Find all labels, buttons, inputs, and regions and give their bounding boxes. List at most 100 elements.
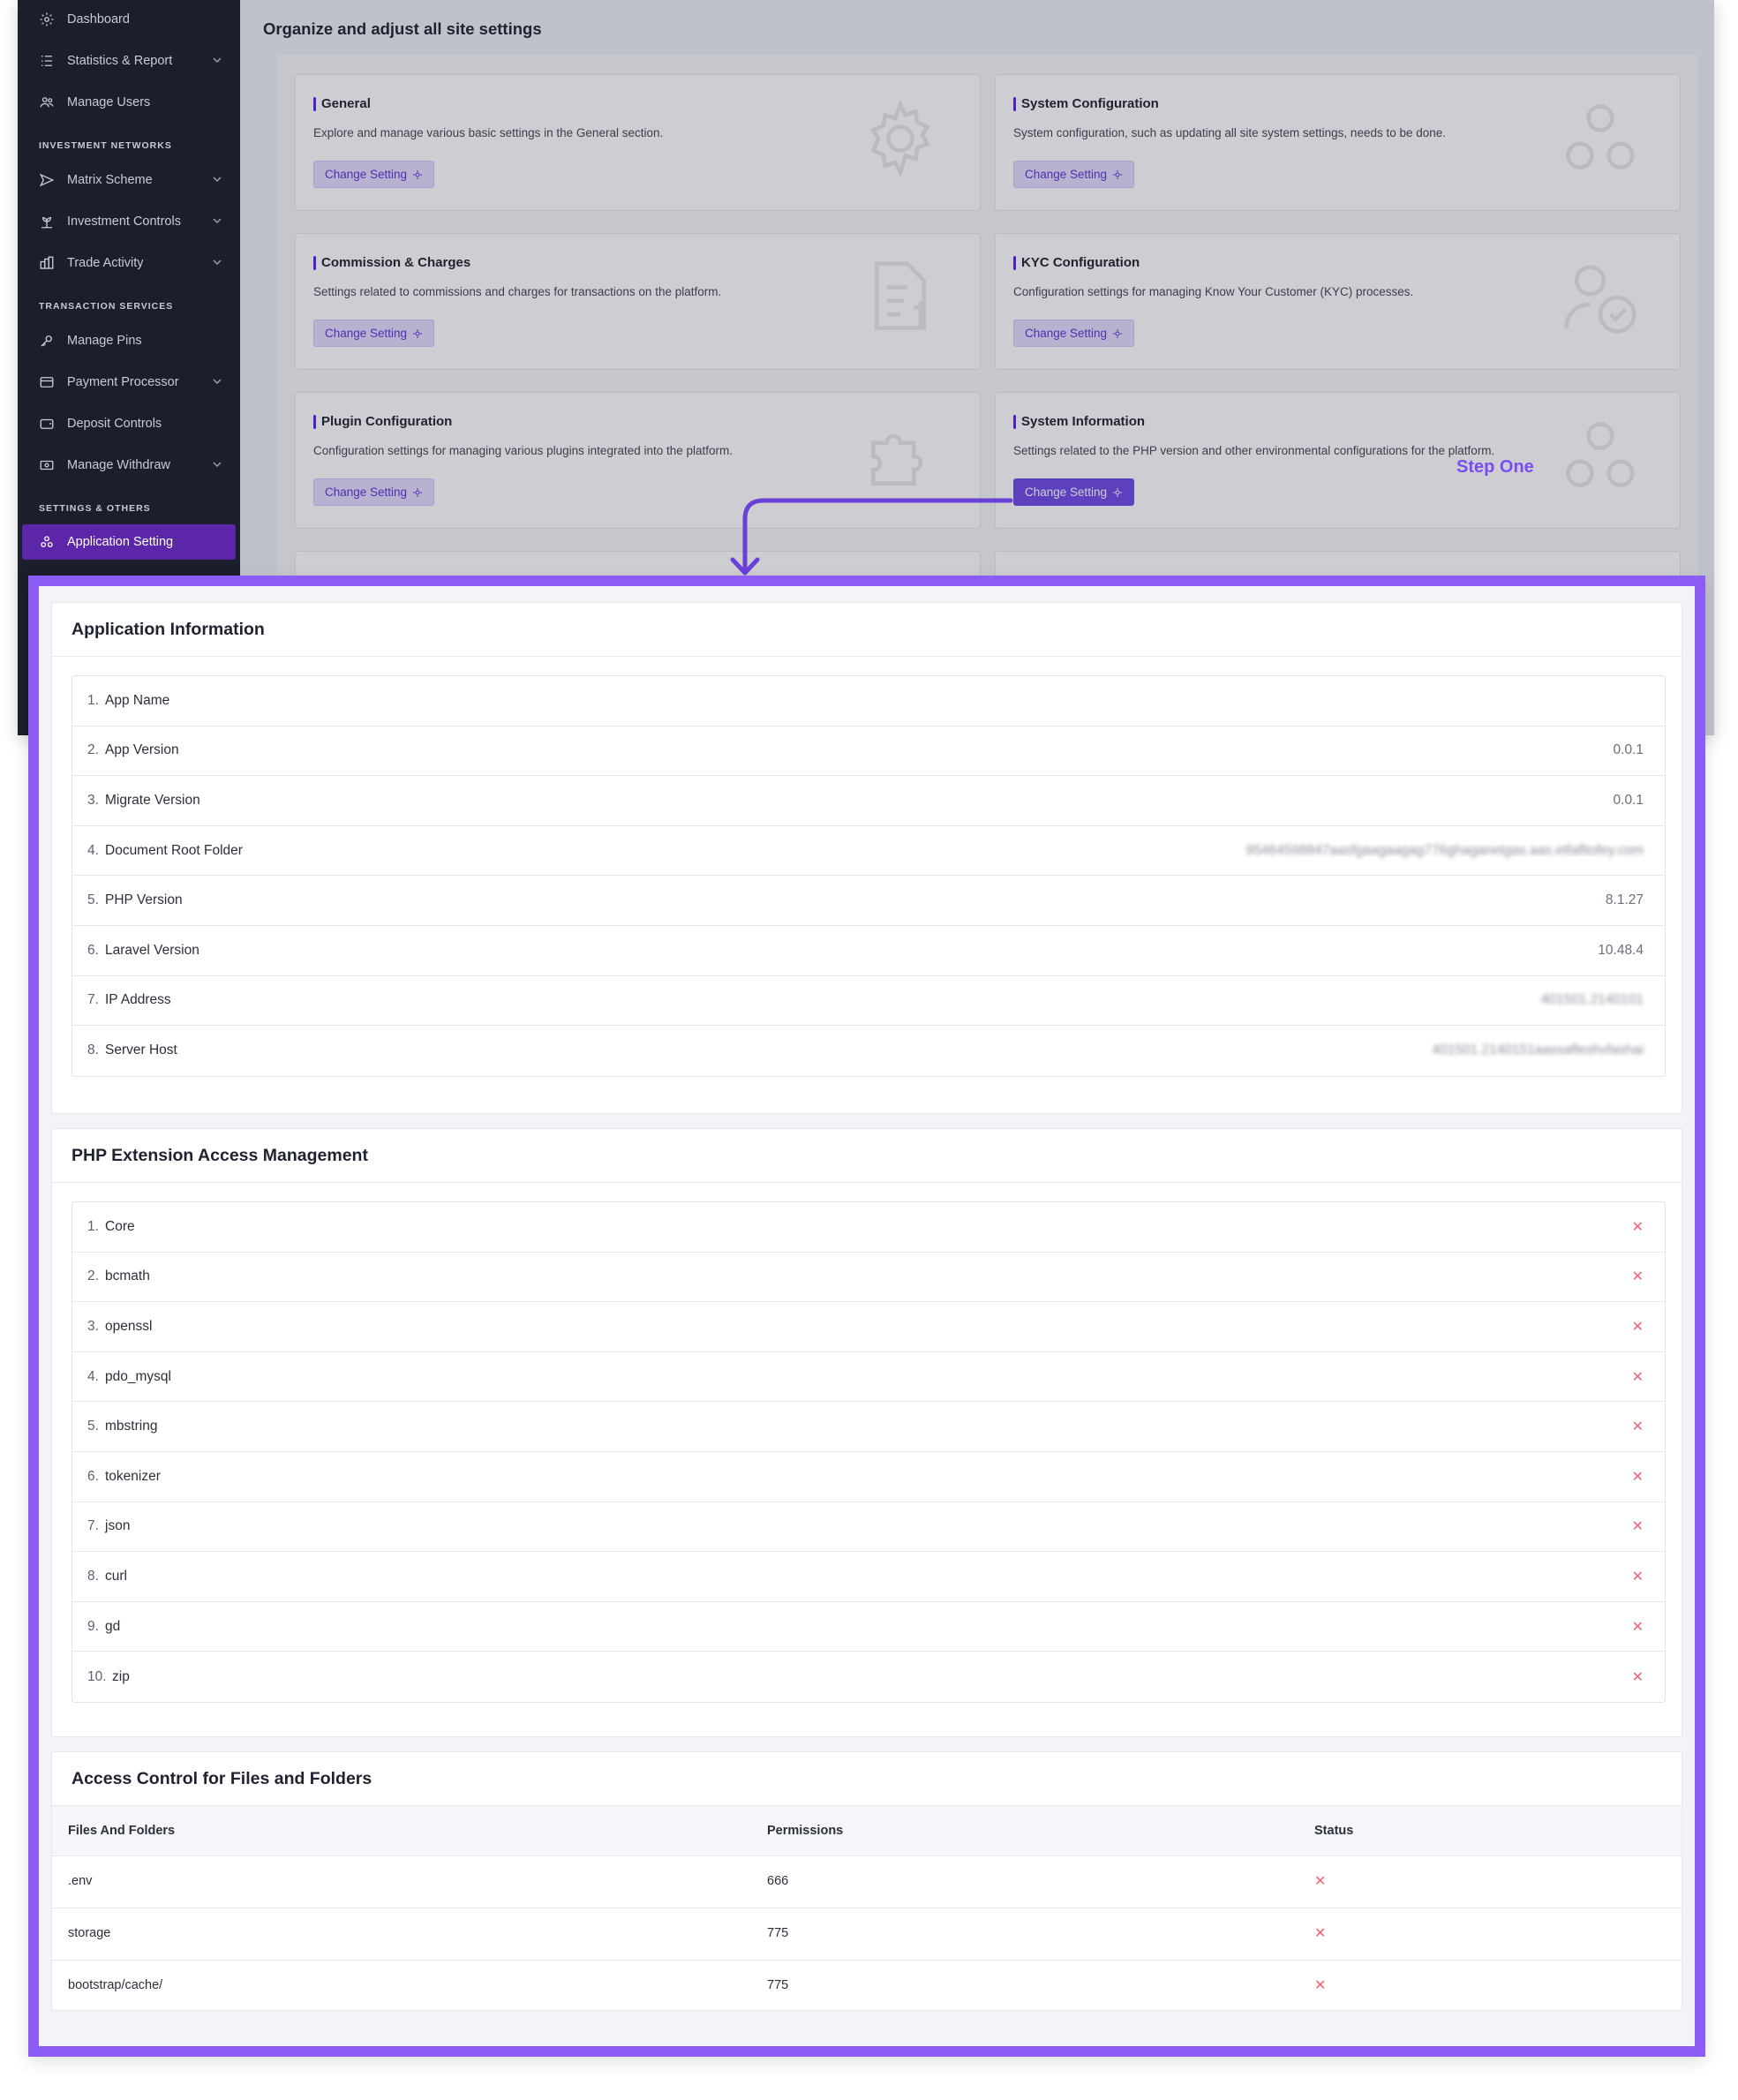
panel-title: Application Information xyxy=(71,620,265,639)
item-value-redacted: 95464598847aasfgaagaagag776ghaganetgas.a… xyxy=(1245,842,1644,858)
item-value: 0.0.1 xyxy=(1613,742,1644,758)
system-information-frame: Application Information 1. App Name 2. App… xyxy=(28,576,1705,2057)
item-label: zip xyxy=(112,1668,130,1684)
sidebar-item-label: Manage Withdraw xyxy=(67,458,170,472)
chevron-down-icon xyxy=(213,177,222,183)
list-item: 5. PHP Version 8.1.27 xyxy=(72,876,1665,926)
sidebar-item-manage-users[interactable]: Manage Users xyxy=(18,87,240,118)
chevron-down-icon xyxy=(213,57,222,64)
file-name: storage xyxy=(68,1926,111,1940)
column-header: Permissions xyxy=(767,1824,844,1838)
item-number: 5. xyxy=(87,1419,99,1434)
sidebar-section-label: SETTINGS & OTHERS xyxy=(39,503,151,514)
list-item: 2. App Version 0.0.1 xyxy=(72,726,1665,777)
sidebar-item-manage-withdraw[interactable]: Manage Withdraw xyxy=(18,449,240,481)
item-label: Migrate Version xyxy=(105,792,200,808)
item-number: 8. xyxy=(87,1568,99,1584)
table-row: storage 775 ✕ xyxy=(52,1908,1682,1961)
item-label: openssl xyxy=(105,1318,153,1334)
sidebar-item-payment-processor[interactable]: Payment Processor xyxy=(18,366,240,398)
item-number: 3. xyxy=(87,1318,99,1334)
gear-icon xyxy=(39,11,55,27)
table-row: .env 666 ✕ xyxy=(52,1856,1682,1908)
item-label: Server Host xyxy=(105,1042,177,1058)
close-icon: ✕ xyxy=(1631,1269,1644,1285)
item-label: bcmath xyxy=(105,1268,150,1284)
sidebar-item-label: Application Setting xyxy=(67,535,174,549)
application-information-panel: Application Information 1. App Name 2. App… xyxy=(51,602,1682,1114)
divider xyxy=(52,1182,1682,1183)
sidebar-item-deposit-controls[interactable]: Deposit Controls xyxy=(18,408,240,440)
file-name: bootstrap/cache/ xyxy=(68,1978,163,1992)
card-icon xyxy=(39,374,55,390)
sidebar-item-statistics[interactable]: Statistics & Report xyxy=(18,45,240,77)
wallet-icon xyxy=(39,416,55,432)
item-label: Core xyxy=(105,1218,135,1234)
list-icon xyxy=(39,53,55,69)
php-extension-list: 1. Core ✕ 2. bcmath ✕ 3. openssl ✕ 4. pdo_mysql… xyxy=(71,1201,1666,1703)
item-number: 2. xyxy=(87,742,99,758)
divider xyxy=(52,656,1682,657)
close-icon: ✕ xyxy=(1631,1419,1644,1435)
sidebar-item-investment-controls[interactable]: Investment Controls xyxy=(18,206,240,237)
key-icon xyxy=(39,333,55,349)
close-icon: ✕ xyxy=(1631,1569,1644,1584)
close-icon: ✕ xyxy=(1631,1619,1644,1635)
php-extension-panel: PHP Extension Access Management 1. Core ✕ … xyxy=(51,1128,1682,1737)
users-icon xyxy=(39,94,55,110)
sidebar-item-dashboard[interactable]: Dashboard xyxy=(18,4,240,35)
list-item: 3. Migrate Version 0.0.1 xyxy=(72,776,1665,826)
panel-title: PHP Extension Access Management xyxy=(71,1146,368,1165)
item-label: mbstring xyxy=(105,1419,158,1434)
item-number: 2. xyxy=(87,1268,99,1284)
item-number: 4. xyxy=(87,842,99,858)
list-item: 8. Server Host 401501.2140151aassafleshvfa… xyxy=(72,1026,1665,1076)
close-icon: ✕ xyxy=(1314,1978,1327,1993)
table-row: bootstrap/cache/ 775 ✕ xyxy=(52,1961,1682,2013)
sidebar-item-matrix-scheme[interactable]: Matrix Scheme xyxy=(18,164,240,196)
chevron-down-icon xyxy=(213,379,222,385)
list-item: 7. json ✕ xyxy=(72,1502,1665,1553)
sidebar-item-application-setting[interactable]: Application Setting xyxy=(22,524,236,560)
step-label: Step One xyxy=(1456,457,1534,477)
close-icon: ✕ xyxy=(1631,1469,1644,1485)
sidebar-item-label: Dashboard xyxy=(67,12,130,26)
sidebar-item-label: Deposit Controls xyxy=(67,417,162,431)
close-icon: ✕ xyxy=(1314,1874,1327,1889)
sidebar-item-label: Manage Users xyxy=(67,95,151,109)
item-label: json xyxy=(105,1518,131,1534)
item-label: curl xyxy=(105,1568,127,1584)
file-permission: 666 xyxy=(767,1874,789,1888)
item-value-redacted: 401501.2140101 xyxy=(1540,992,1644,1008)
file-permission: 775 xyxy=(767,1926,789,1940)
sidebar-item-label: Statistics & Report xyxy=(67,54,173,68)
column-header: Files And Folders xyxy=(68,1824,176,1838)
files-access-panel: Access Control for Files and Folders Fil… xyxy=(51,1751,1682,2011)
sidebar-item-manage-pins[interactable]: Manage Pins xyxy=(18,325,240,357)
list-item: 6. Laravel Version 10.48.4 xyxy=(72,926,1665,976)
sidebar-item-label: Investment Controls xyxy=(67,215,181,229)
column-header: Status xyxy=(1314,1824,1354,1838)
item-number: 3. xyxy=(87,792,99,808)
close-icon: ✕ xyxy=(1631,1669,1644,1685)
close-icon: ✕ xyxy=(1631,1519,1644,1535)
list-item: 6. tokenizer ✕ xyxy=(72,1452,1665,1502)
chevron-down-icon xyxy=(213,218,222,224)
item-label: Document Root Folder xyxy=(105,842,243,858)
list-item: 1. Core ✕ xyxy=(72,1202,1665,1253)
chevron-down-icon xyxy=(213,260,222,266)
send-icon xyxy=(39,172,55,188)
list-item: 3. openssl ✕ xyxy=(72,1302,1665,1352)
item-number: 1. xyxy=(87,1218,99,1234)
close-icon: ✕ xyxy=(1314,1926,1327,1941)
list-item: 5. mbstring ✕ xyxy=(72,1402,1665,1452)
list-item: 7. IP Address 401501.2140101 xyxy=(72,976,1665,1027)
close-icon: ✕ xyxy=(1631,1219,1644,1235)
item-number: 7. xyxy=(87,1518,99,1534)
item-label: tokenizer xyxy=(105,1468,161,1484)
item-number: 6. xyxy=(87,942,99,958)
item-value: 8.1.27 xyxy=(1605,892,1644,908)
sidebar-item-trade-activity[interactable]: Trade Activity xyxy=(18,247,240,279)
application-info-list: 1. App Name 2. App Version 0.0.1 3. Migrate … xyxy=(71,675,1666,1077)
item-number: 6. xyxy=(87,1468,99,1484)
